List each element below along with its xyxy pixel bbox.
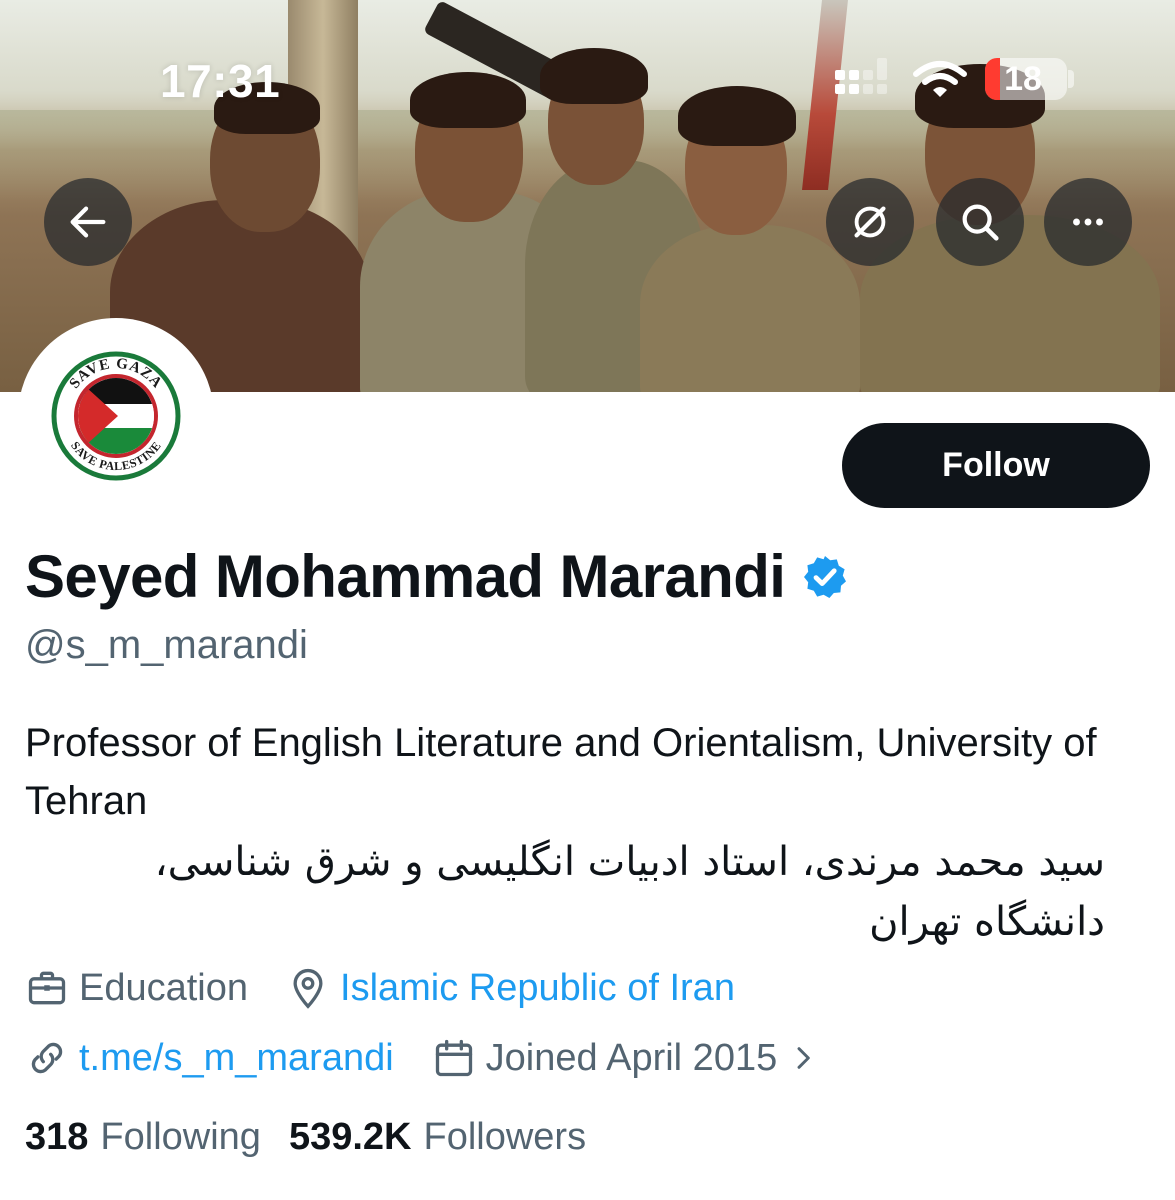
battery-percentage: 18 [1004,60,1042,98]
profile-avatar[interactable]: SAVE GAZA SAVE PALESTINE [18,318,214,514]
arrow-left-icon [70,206,106,238]
followers-count: 539.2K [288,1116,412,1158]
search-icon [962,204,999,241]
status-bar-time: 17:31 [160,55,281,107]
battery-tip [1068,70,1074,88]
verified-badge-icon[interactable] [801,553,849,601]
website-item[interactable]: t.me/s_m_marandi [25,1036,394,1080]
banner-figure-4 [640,225,860,392]
calendar-icon [435,1039,472,1077]
joined-item[interactable]: Joined April 2015 [432,1036,820,1080]
following-count: 318 [25,1116,89,1158]
banner-hair-4 [678,86,796,146]
location-link[interactable]: Islamic Republic of Iran [340,967,735,1010]
more-button[interactable] [1044,178,1132,266]
search-button[interactable] [936,178,1024,266]
grok-button[interactable] [826,178,914,266]
save-gaza-logo: SAVE GAZA SAVE PALESTINE [51,351,181,481]
chevron-right-icon [797,1047,811,1069]
category-label: Education [79,966,249,1009]
location-pin-icon [293,968,323,1009]
more-horizontal-icon [1073,218,1103,226]
following-link[interactable]: 318 Following [25,1116,261,1159]
follow-button[interactable]: Follow [842,423,1150,508]
wifi-icon [913,61,967,97]
profile-handle: @s_m_marandi [25,623,308,667]
profile-meta-row-2: t.me/s_m_marandi Joined April 2015 [25,1036,819,1080]
display-name: Seyed Mohammad Marandi [25,543,786,610]
grok-slash-circle-icon [854,206,886,238]
link-icon [31,1042,63,1074]
following-label: Following [100,1116,261,1158]
cellular-signal-icon [835,58,895,104]
back-button[interactable] [44,178,132,266]
name-row: Seyed Mohammad Marandi [25,542,849,611]
followers-label: Followers [423,1116,587,1158]
banner-hair-3 [540,48,648,104]
category-item: Education [25,966,248,1010]
location-item[interactable]: Islamic Republic of Iran [286,966,735,1010]
followers-link[interactable]: 539.2K Followers [289,1116,586,1159]
briefcase-icon [28,971,66,1005]
bio-english: Professor of English Literature and Orie… [25,721,1097,823]
website-link[interactable]: t.me/s_m_marandi [79,1037,394,1080]
profile-meta-row-1: Education Islamic Republic of Iran [25,966,735,1010]
follow-counts: 318 Following 539.2K Followers [25,1116,586,1159]
bio-persian: سید محمد مرندی، استاد ادبیات انگلیسی و ش… [154,839,1105,945]
battery-icon: 18 [985,58,1067,100]
banner-hair-2 [410,72,526,128]
joined-label: Joined April 2015 [485,1036,778,1079]
